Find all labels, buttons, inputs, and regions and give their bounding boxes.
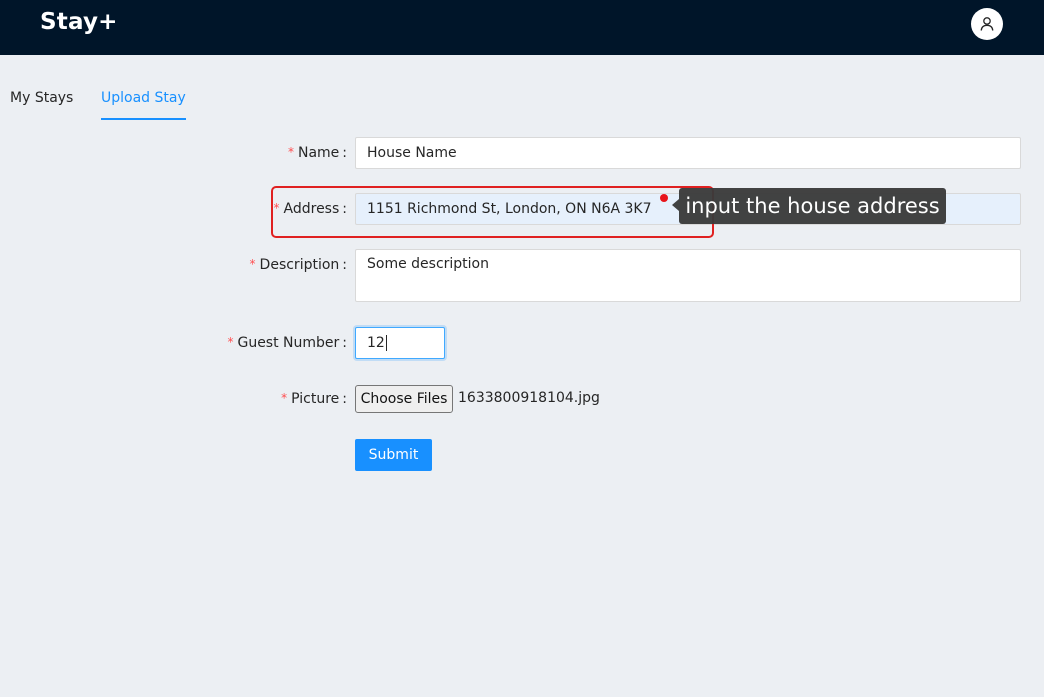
required-mark: * xyxy=(249,257,256,271)
app-logo[interactable]: Stay+ xyxy=(40,9,118,35)
annotation-click-marker xyxy=(660,194,668,202)
user-icon xyxy=(980,17,994,31)
tooltip-arrow xyxy=(672,199,679,211)
app-header: Stay+ xyxy=(0,0,1044,55)
submit-button[interactable]: Submit xyxy=(355,439,432,471)
tab-bar: My Stays Upload Stay xyxy=(0,80,1044,122)
description-label: * Description: xyxy=(249,257,347,273)
guest-number-label: * Guest Number: xyxy=(227,335,347,351)
required-mark: * xyxy=(287,145,294,159)
tab-my-stays[interactable]: My Stays xyxy=(10,90,73,120)
name-input[interactable]: House Name xyxy=(355,137,1021,169)
annotation-highlight-box xyxy=(271,186,714,238)
required-mark: * xyxy=(227,335,234,349)
user-avatar[interactable] xyxy=(971,8,1003,40)
selected-file-name: 1633800918104.jpg xyxy=(458,390,600,406)
picture-label: * Picture: xyxy=(281,391,347,407)
required-mark: * xyxy=(281,391,288,405)
guest-number-input[interactable]: 12 xyxy=(355,327,445,359)
text-caret xyxy=(385,335,387,351)
tab-upload-stay[interactable]: Upload Stay xyxy=(101,90,186,120)
name-label: * Name: xyxy=(287,145,347,161)
description-textarea[interactable]: Some description xyxy=(355,249,1021,302)
choose-files-button[interactable]: Choose Files xyxy=(355,385,453,413)
annotation-tooltip: input the house address xyxy=(679,188,946,224)
